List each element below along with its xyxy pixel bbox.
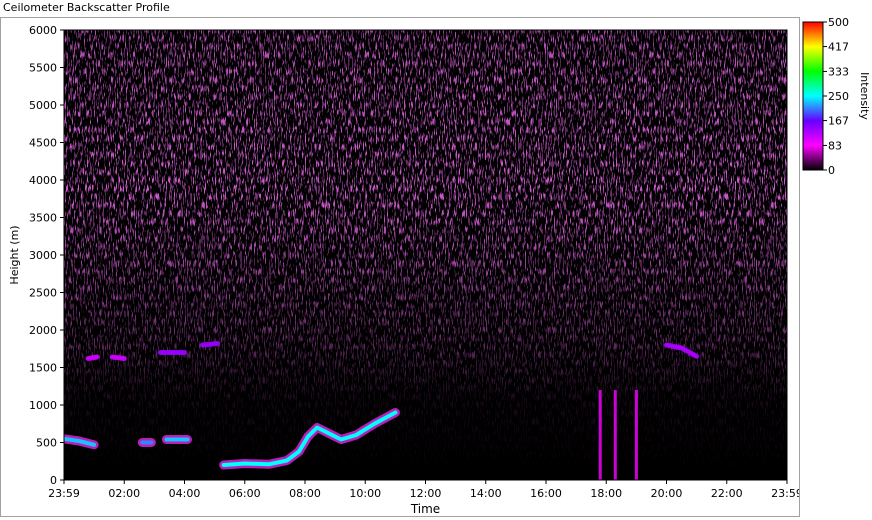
colorbar-tick-label: 83 [828, 139, 842, 152]
y-tick-label: 2500 [29, 287, 57, 300]
y-tick-label: 0 [50, 474, 57, 487]
colorbar-gradient [802, 21, 824, 171]
y-axis-label: Height (m) [8, 225, 21, 284]
x-tick-label: 08:00 [289, 487, 321, 500]
elevated-layer [86, 355, 99, 360]
x-tick-label: 02:00 [108, 487, 140, 500]
x-tick-label: 18:00 [590, 487, 622, 500]
x-tick-label: 10:00 [349, 487, 381, 500]
window-title: Ceilometer Backscatter Profile [3, 1, 170, 14]
x-tick-label: 14:00 [470, 487, 502, 500]
elevated-layer [110, 355, 126, 360]
elevated-layer [201, 342, 219, 347]
y-tick-label: 4500 [29, 137, 57, 150]
heatmap-area [63, 29, 788, 481]
x-tick-label: 16:00 [530, 487, 562, 500]
chart-panel: 0 500 1000 1500 2000 2500 3000 3500 4000 4500 5000… [0, 16, 871, 517]
y-tick-label: 5500 [29, 62, 57, 75]
x-tick-label: 22:00 [711, 487, 743, 500]
x-tick-label: 04:00 [169, 487, 201, 500]
x-tick-label: 20:00 [651, 487, 683, 500]
y-tick-label: 3500 [29, 212, 57, 225]
x-tick-label: 23:59 [771, 487, 799, 500]
y-tick-label: 5000 [29, 99, 57, 112]
y-tick-label: 500 [36, 437, 57, 450]
backscatter-chart: 0 500 1000 1500 2000 2500 3000 3500 4000 4500 5000… [8, 24, 803, 516]
backscatter-noise [64, 30, 787, 480]
x-tick-label: 12:00 [410, 487, 442, 500]
y-tick-label: 2000 [29, 324, 57, 337]
y-tick-label: 1500 [29, 362, 57, 375]
colorbar-tick-label: 500 [828, 16, 849, 29]
colorbar-tick-label: 250 [828, 90, 849, 103]
y-tick-label: 1000 [29, 399, 57, 412]
colorbar-tick-label: 0 [828, 164, 835, 177]
colorbar-tick-label: 333 [828, 65, 849, 78]
colorbar-label: Intensity [858, 72, 871, 120]
y-axis: 0 500 1000 1500 2000 2500 3000 3500 4000 4500 5000… [29, 24, 64, 487]
y-tick-label: 3000 [29, 249, 57, 262]
colorbar-tick-label: 167 [828, 115, 849, 128]
colorbar: 500 417 333 250 167 83 0 Intensity [802, 16, 871, 177]
y-tick-label: 6000 [29, 24, 57, 37]
colorbar-tick-label: 417 [828, 41, 849, 54]
y-tick-label: 4000 [29, 174, 57, 187]
x-axis: 23:59 02:00 04:00 06:00 08:00 10:00 12:00 14:00… [48, 480, 803, 500]
x-axis-label: Time [410, 502, 440, 516]
x-tick-label: 23:59 [48, 487, 80, 500]
x-tick-label: 06:00 [229, 487, 261, 500]
